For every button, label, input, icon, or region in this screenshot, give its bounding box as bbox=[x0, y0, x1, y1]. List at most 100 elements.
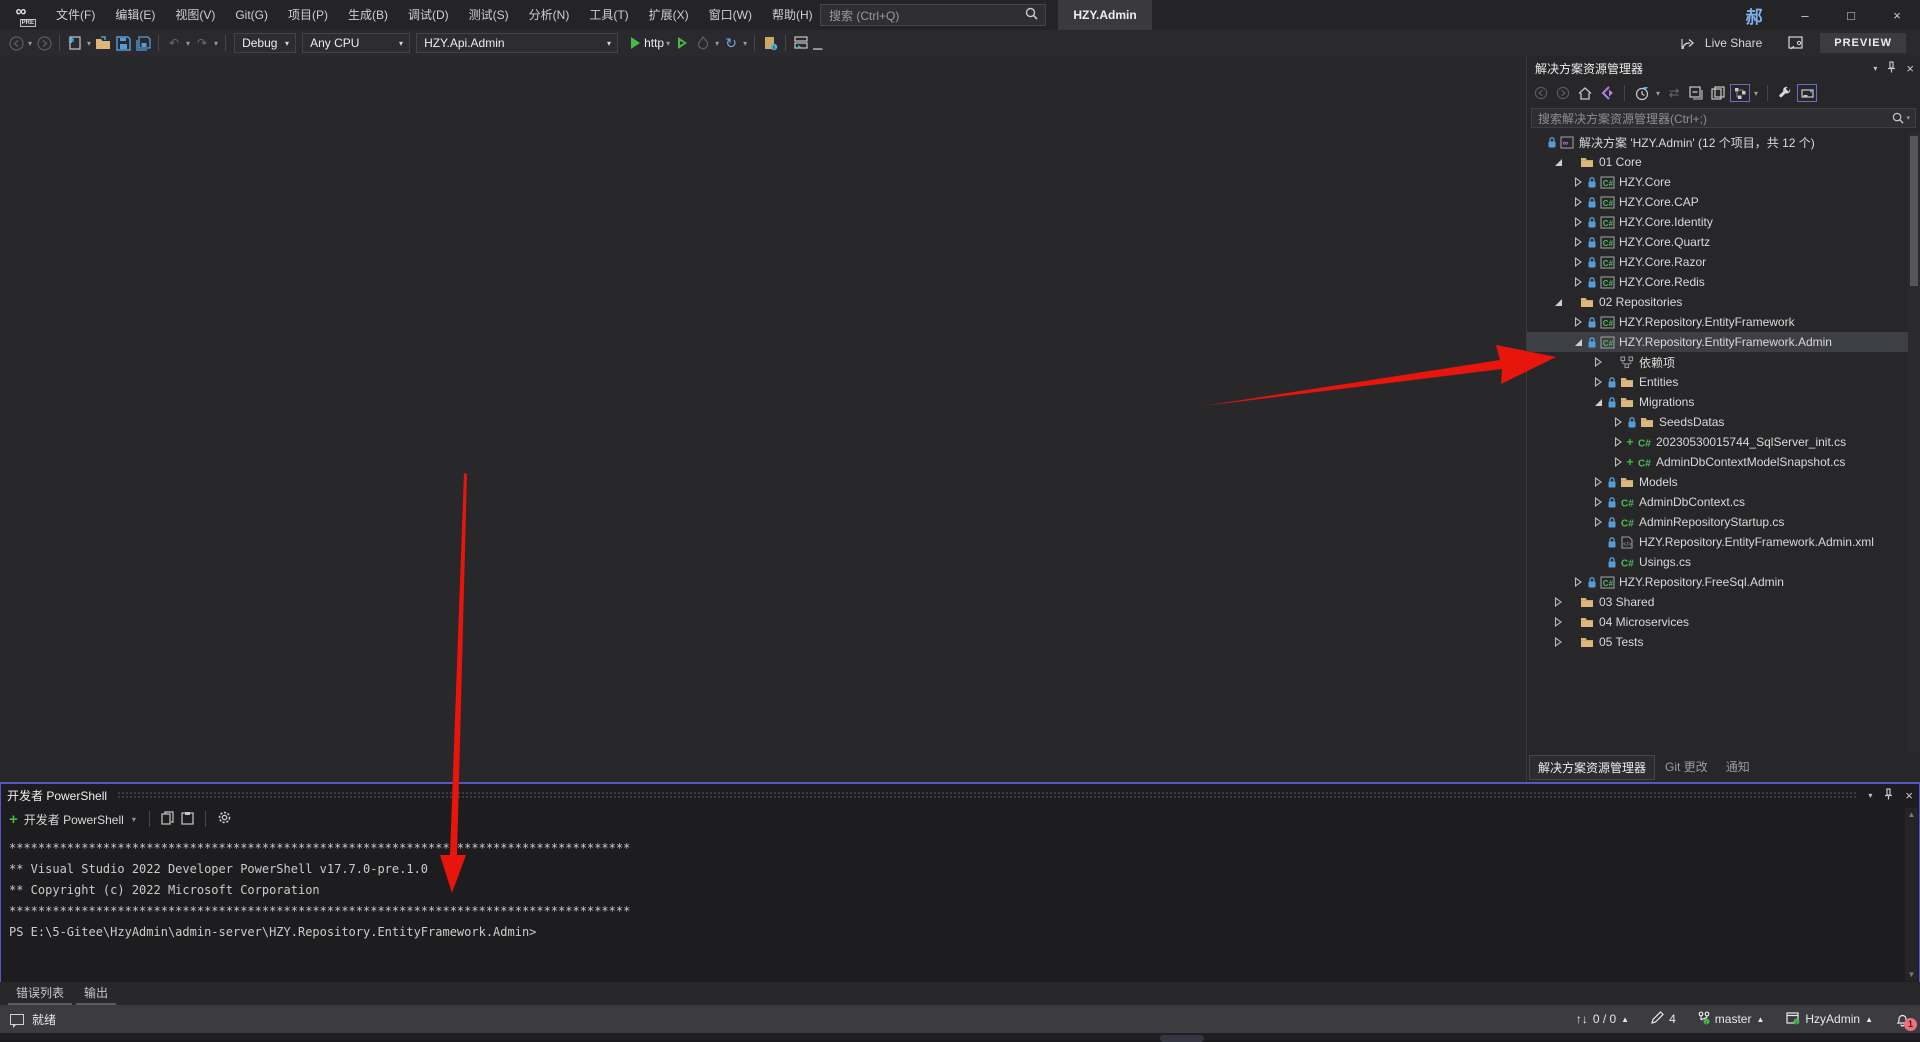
undo-dropdown[interactable]: ▾ bbox=[186, 39, 190, 48]
search-icon[interactable] bbox=[1025, 7, 1045, 23]
menu-item[interactable]: 测试(S) bbox=[459, 0, 519, 30]
pin-icon[interactable] bbox=[1887, 61, 1896, 76]
redo-dropdown[interactable]: ▾ bbox=[214, 39, 218, 48]
collapse-all-icon[interactable] bbox=[1686, 84, 1706, 102]
menu-item[interactable]: 窗口(W) bbox=[699, 0, 762, 30]
run-dropdown[interactable]: ▾ bbox=[666, 39, 670, 48]
solution-search-icon[interactable]: ▾ bbox=[1892, 112, 1915, 124]
properties-wrench-icon[interactable] bbox=[1775, 84, 1795, 102]
expander-open-icon[interactable] bbox=[1591, 392, 1605, 412]
tree-row[interactable]: Migrations bbox=[1527, 392, 1908, 412]
panel-menu-icon[interactable]: ▾ bbox=[1873, 64, 1877, 73]
tree-row[interactable]: 02 Repositories bbox=[1527, 292, 1908, 312]
menu-item[interactable]: 工具(T) bbox=[579, 0, 638, 30]
sql-object-icon[interactable] bbox=[791, 33, 811, 53]
tree-row[interactable]: +C#20230530015744_SqlServer_init.cs bbox=[1527, 432, 1908, 452]
scroll-down-icon[interactable]: ▼ bbox=[1908, 970, 1916, 979]
toolbar-overflow[interactable]: ▁ bbox=[813, 36, 822, 50]
expander-closed-icon[interactable] bbox=[1611, 452, 1625, 472]
quick-search-box[interactable]: 搜索 (Ctrl+Q) bbox=[820, 4, 1046, 26]
tree-row[interactable]: C#HZY.Core.CAP bbox=[1527, 192, 1908, 212]
terminal-header[interactable]: 开发者 PowerShell ▾ × bbox=[1, 784, 1919, 806]
expander-open-icon[interactable] bbox=[1551, 152, 1565, 172]
tree-row[interactable]: 05 Tests bbox=[1527, 632, 1908, 652]
git-repository-status[interactable]: ↓ HzyAdmin ▲ bbox=[1786, 1011, 1873, 1028]
redo-icon[interactable]: ↷ bbox=[192, 33, 212, 53]
expander-closed-icon[interactable] bbox=[1611, 412, 1625, 432]
expander-closed-icon[interactable] bbox=[1571, 172, 1585, 192]
explorer-forward-icon[interactable] bbox=[1553, 84, 1573, 102]
solution-explorer-header[interactable]: 解决方案资源管理器 ▾ × bbox=[1527, 56, 1920, 80]
copy-icon[interactable] bbox=[161, 811, 175, 828]
expander-closed-icon[interactable] bbox=[1591, 372, 1605, 392]
user-avatar[interactable]: 郝 bbox=[1740, 2, 1768, 28]
explorer-scrollbar-thumb[interactable] bbox=[1910, 136, 1918, 286]
new-terminal-icon[interactable]: + bbox=[9, 811, 18, 828]
tree-row[interactable]: C#AdminDbContext.cs bbox=[1527, 492, 1908, 512]
shell-selector[interactable]: 开发者 PowerShell bbox=[24, 811, 124, 828]
close-panel-icon[interactable]: × bbox=[1906, 61, 1914, 76]
expander-closed-icon[interactable] bbox=[1611, 432, 1625, 452]
menu-item[interactable]: 编辑(E) bbox=[105, 0, 165, 30]
menu-item[interactable]: 扩展(X) bbox=[639, 0, 699, 30]
new-project-dropdown[interactable]: ▾ bbox=[87, 39, 91, 48]
explorer-tab[interactable]: 解决方案资源管理器 bbox=[1529, 755, 1655, 780]
navigate-back-dropdown[interactable]: ▾ bbox=[28, 39, 32, 48]
tree-row[interactable]: C#AdminRepositoryStartup.cs bbox=[1527, 512, 1908, 532]
file-nesting-icon[interactable] bbox=[1730, 84, 1750, 102]
feedback-icon[interactable] bbox=[1788, 36, 1804, 51]
maximize-button[interactable]: □ bbox=[1828, 0, 1874, 30]
tree-row[interactable]: 01 Core bbox=[1527, 152, 1908, 172]
tree-row[interactable]: C#HZY.Repository.EntityFramework bbox=[1527, 312, 1908, 332]
switch-views-icon[interactable] bbox=[1597, 84, 1617, 102]
show-all-files-icon[interactable] bbox=[1708, 84, 1728, 102]
expander-closed-icon[interactable] bbox=[1591, 512, 1605, 532]
tree-row[interactable]: C#HZY.Repository.FreeSql.Admin bbox=[1527, 572, 1908, 592]
terminal-output[interactable]: ****************************************… bbox=[1, 832, 1919, 943]
tree-row[interactable]: C#HZY.Core.Razor bbox=[1527, 252, 1908, 272]
close-button[interactable]: × bbox=[1874, 0, 1920, 30]
expander-closed-icon[interactable] bbox=[1571, 272, 1585, 292]
restart-icon[interactable]: ↻ bbox=[721, 33, 741, 53]
menu-item[interactable]: 视图(V) bbox=[165, 0, 225, 30]
tree-row[interactable]: Entities bbox=[1527, 372, 1908, 392]
expander-closed-icon[interactable] bbox=[1571, 232, 1585, 252]
terminal-menu-icon[interactable]: ▾ bbox=[1868, 791, 1872, 800]
expander-closed-icon[interactable] bbox=[1571, 572, 1585, 592]
hot-reload-icon[interactable] bbox=[693, 33, 713, 53]
expander-closed-icon[interactable] bbox=[1551, 612, 1565, 632]
bottom-tab[interactable]: 输出 bbox=[76, 982, 116, 1005]
terminal-pin-icon[interactable] bbox=[1884, 788, 1893, 803]
file-nesting-dropdown[interactable]: ▾ bbox=[1754, 89, 1758, 98]
menu-item[interactable]: 文件(F) bbox=[46, 0, 105, 30]
hot-reload-dropdown[interactable]: ▾ bbox=[715, 39, 719, 48]
shell-selector-dropdown[interactable]: ▾ bbox=[132, 815, 136, 824]
menu-item[interactable]: 分析(N) bbox=[519, 0, 580, 30]
tree-row[interactable]: C#HZY.Repository.EntityFramework.Admin bbox=[1527, 332, 1908, 352]
tree-row[interactable]: C#HZY.Core bbox=[1527, 172, 1908, 192]
expander-closed-icon[interactable] bbox=[1551, 632, 1565, 652]
undo-icon[interactable]: ↶ bbox=[164, 33, 184, 53]
attach-process-icon[interactable]: 6 bbox=[760, 33, 780, 53]
new-project-icon[interactable]: ✱ bbox=[65, 33, 85, 53]
explorer-back-icon[interactable] bbox=[1531, 84, 1551, 102]
scroll-up-icon[interactable]: ▲ bbox=[1908, 810, 1916, 819]
paste-icon[interactable] bbox=[181, 811, 194, 828]
feedback-bubble-icon[interactable] bbox=[10, 1014, 24, 1025]
tree-row[interactable]: 04 Microservices bbox=[1527, 612, 1908, 632]
tree-row[interactable]: C#HZY.Core.Redis bbox=[1527, 272, 1908, 292]
minimize-button[interactable]: – bbox=[1782, 0, 1828, 30]
menu-item[interactable]: 生成(B) bbox=[338, 0, 398, 30]
preview-selected-items-icon[interactable] bbox=[1797, 84, 1817, 102]
tree-row[interactable]: SeedsDatas bbox=[1527, 412, 1908, 432]
sync-icon[interactable]: ⇄ bbox=[1664, 84, 1684, 102]
expander-closed-icon[interactable] bbox=[1571, 312, 1585, 332]
explorer-scrollbar[interactable] bbox=[1908, 132, 1920, 752]
git-sync-status[interactable]: ↑↓ 0 / 0 ▲ bbox=[1576, 1012, 1629, 1026]
tree-row[interactable]: C#HZY.Core.Quartz bbox=[1527, 232, 1908, 252]
tree-row[interactable]: 依赖项 bbox=[1527, 352, 1908, 372]
tree-row[interactable]: Models bbox=[1527, 472, 1908, 492]
tree-row[interactable]: ∞解决方案 'HZY.Admin' (12 个项目，共 12 个) bbox=[1527, 132, 1908, 152]
navigate-forward-icon[interactable] bbox=[34, 33, 54, 53]
expander-closed-icon[interactable] bbox=[1571, 212, 1585, 232]
